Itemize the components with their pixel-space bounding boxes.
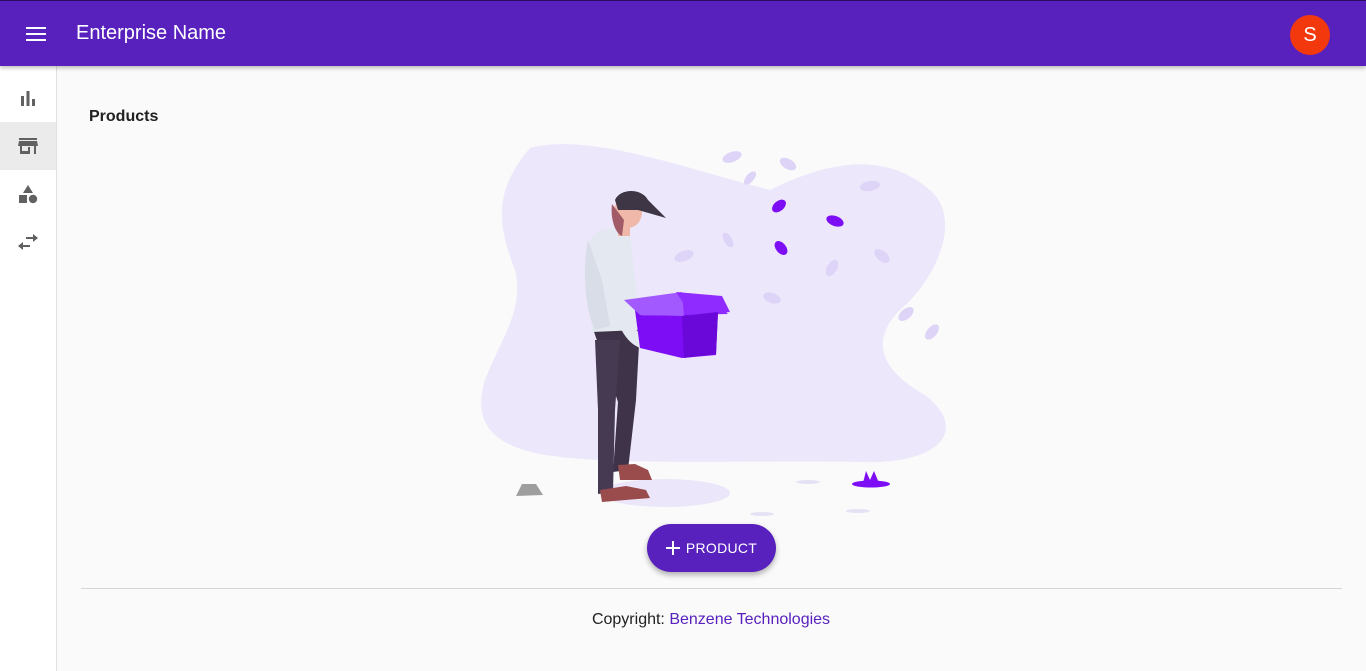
empty-state-illustration <box>481 144 946 516</box>
add-product-label: PRODUCT <box>685 540 758 556</box>
menu-button[interactable] <box>14 13 58 55</box>
sidebar <box>0 66 57 671</box>
bar-chart-icon <box>21 91 35 106</box>
page-title: Products <box>89 108 159 125</box>
swap-horiz-icon <box>18 234 38 250</box>
sidebar-item-products[interactable] <box>0 122 56 170</box>
store-icon <box>18 138 38 154</box>
sidebar-item-dashboard[interactable] <box>0 74 56 122</box>
add-product-button[interactable]: PRODUCT <box>647 524 776 572</box>
footer: Copyright: Benzene Technologies <box>0 611 1366 629</box>
app-bar: Enterprise Name S <box>0 0 1366 66</box>
footer-divider <box>81 588 1342 589</box>
sidebar-item-transfers[interactable] <box>0 218 56 266</box>
category-icon <box>19 185 38 204</box>
sidebar-item-categories[interactable] <box>0 170 56 218</box>
company-link[interactable]: Benzene Technologies <box>669 611 830 628</box>
plus-icon <box>665 541 680 555</box>
avatar[interactable]: S <box>1290 15 1330 55</box>
menu-icon <box>26 27 46 41</box>
copyright-label: Copyright: <box>591 611 665 628</box>
app-title: Enterprise Name <box>76 22 227 44</box>
